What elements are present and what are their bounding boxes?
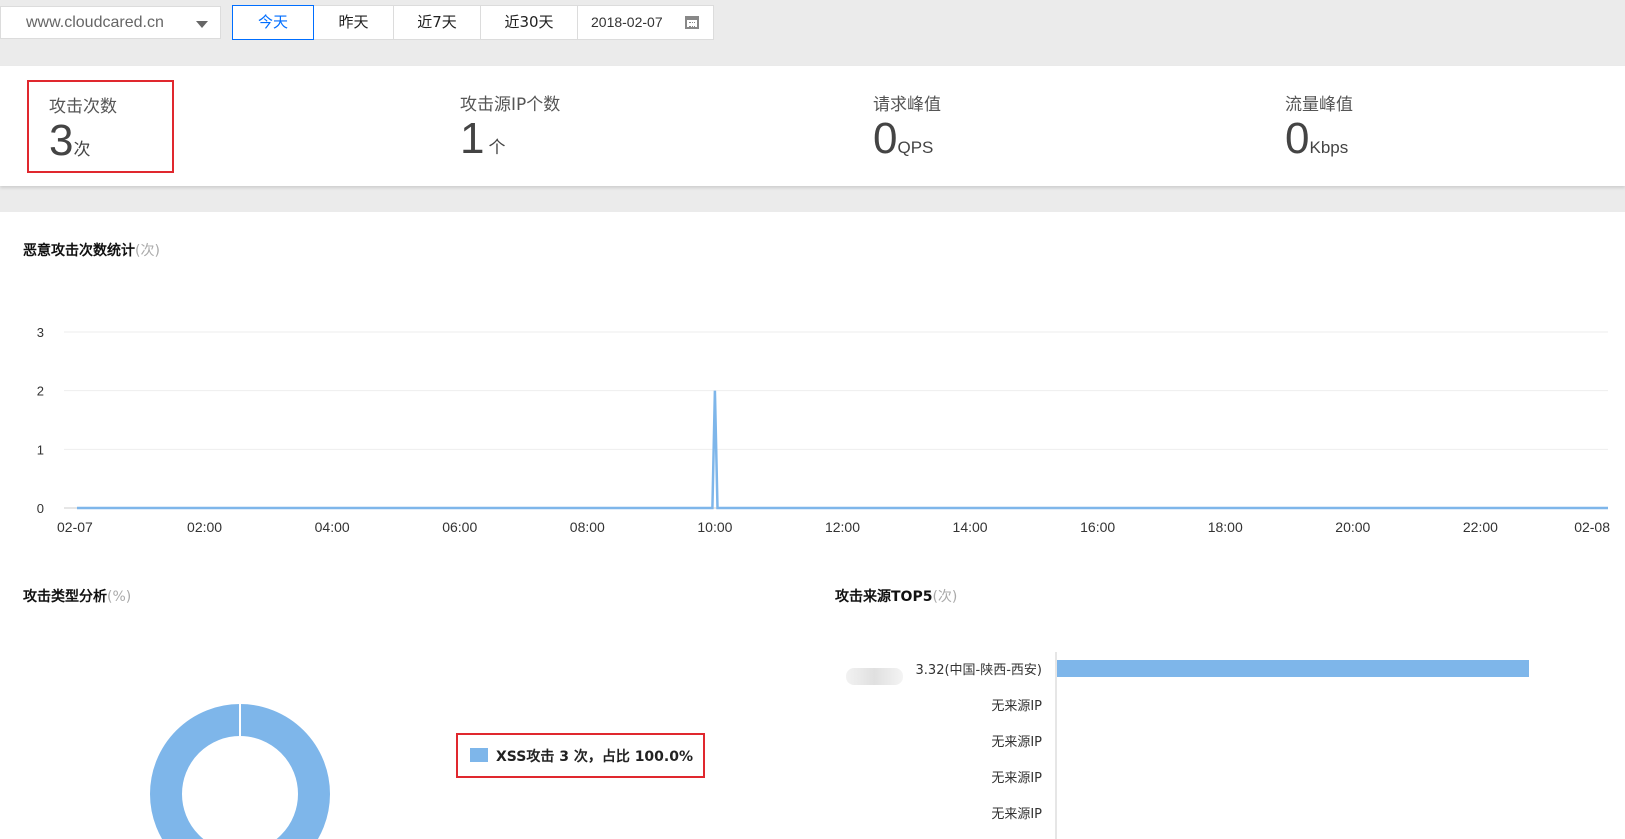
attack-line-chart: 0 1 2 3 02-07 02:00 04:00 06:00 08:00 10:00 12:00 1… — [37, 325, 1610, 535]
time-range-group: 今天 昨天 近7天 近30天 2018-02-07 — [232, 5, 714, 40]
stat-source-ip-count: 攻击源IP个数 1个 — [460, 90, 560, 163]
date-picker[interactable]: 2018-02-07 — [577, 5, 714, 40]
top5-bar — [1057, 660, 1529, 677]
y-tick-label: 2 — [37, 384, 44, 399]
stat-value: 0 — [1285, 114, 1310, 163]
stat-label: 攻击次数 — [49, 97, 117, 117]
type-chart-title-text: 攻击类型分析 — [23, 589, 107, 605]
stat-value: 3 — [49, 116, 74, 165]
x-tick-label: 16:00 — [1080, 519, 1115, 535]
x-tick-label: 18:00 — [1208, 519, 1243, 535]
bar-category-label: 无来源IP — [991, 699, 1042, 714]
y-tick-label: 0 — [37, 501, 44, 516]
stat-unit: Kbps — [1309, 138, 1349, 157]
legend-text: XSS攻击 3 次，占比 100.0% — [496, 749, 694, 765]
y-tick-label: 1 — [37, 442, 44, 457]
stat-unit: 次 — [73, 140, 91, 159]
stat-label: 流量峰值 — [1285, 95, 1353, 115]
bar-category-label: 无来源IP — [991, 807, 1042, 822]
range-yesterday-button[interactable]: 昨天 — [313, 5, 394, 40]
type-chart-unit: (%) — [107, 589, 132, 605]
x-tick-label: 02-08 — [1574, 519, 1610, 535]
top5-chart-title-text: 攻击来源TOP5 — [835, 589, 933, 605]
date-picker-value: 2018-02-07 — [591, 14, 663, 30]
x-tick-label: 10:00 — [697, 519, 732, 535]
bar-category-label: 无来源IP — [991, 735, 1042, 750]
stat-attack-count: 攻击次数 3次 — [27, 80, 174, 173]
x-tick-label: 12:00 — [825, 519, 860, 535]
domain-select[interactable]: www.cloudcared.cn — [0, 6, 221, 39]
domain-select-value: www.cloudcared.cn — [26, 14, 164, 31]
x-tick-label: 08:00 — [570, 519, 605, 535]
attack-type-donut — [150, 704, 330, 839]
toolbar: www.cloudcared.cn 今天 昨天 近7天 近30天 2018-02… — [0, 0, 1625, 66]
range-30days-button[interactable]: 近30天 — [480, 5, 578, 40]
x-tick-label: 04:00 — [315, 519, 350, 535]
range-today-button[interactable]: 今天 — [232, 5, 314, 40]
stat-traffic-peak: 流量峰值 0Kbps — [1285, 90, 1353, 163]
calendar-icon[interactable] — [685, 16, 699, 29]
stat-unit: QPS — [897, 138, 934, 157]
top5-chart-unit: (次) — [932, 589, 958, 605]
x-tick-label: 22:00 — [1463, 519, 1498, 535]
x-tick-label: 20:00 — [1335, 519, 1370, 535]
charts-panel: 恶意攻击次数统计(次) 0 1 2 3 02-07 02:00 04:00 06:00 08:0… — [0, 212, 1625, 839]
stat-value: 0 — [873, 114, 898, 163]
legend-swatch — [470, 748, 488, 762]
x-tick-label: 02:00 — [187, 519, 222, 535]
top5-chart-title: 攻击来源TOP5(次) — [835, 586, 957, 606]
stat-unit: 个 — [488, 138, 506, 157]
top5-bar-chart — [1055, 652, 1529, 839]
stat-label: 攻击源IP个数 — [460, 95, 561, 115]
stat-label: 请求峰值 — [873, 95, 941, 115]
donut-legend[interactable]: XSS攻击 3 次，占比 100.0% — [456, 733, 705, 778]
x-tick-label: 02-07 — [57, 519, 93, 535]
range-7days-button[interactable]: 近7天 — [393, 5, 481, 40]
stat-request-peak: 请求峰值 0QPS — [873, 90, 941, 163]
chevron-down-icon — [196, 21, 208, 28]
bar-category-label: 3.32(中国-陕西-西安) — [915, 663, 1042, 678]
x-tick-label: 06:00 — [442, 519, 477, 535]
bar-category-label: 无来源IP — [991, 771, 1042, 786]
stats-panel: 攻击次数 3次 攻击源IP个数 1个 请求峰值 0QPS 流量峰值 0Kbps — [0, 66, 1625, 186]
stat-value: 1 — [460, 114, 485, 163]
y-tick-label: 3 — [37, 325, 44, 340]
type-chart-title: 攻击类型分析(%) — [23, 586, 131, 606]
x-tick-label: 14:00 — [953, 519, 988, 535]
donut-slice — [150, 704, 330, 839]
